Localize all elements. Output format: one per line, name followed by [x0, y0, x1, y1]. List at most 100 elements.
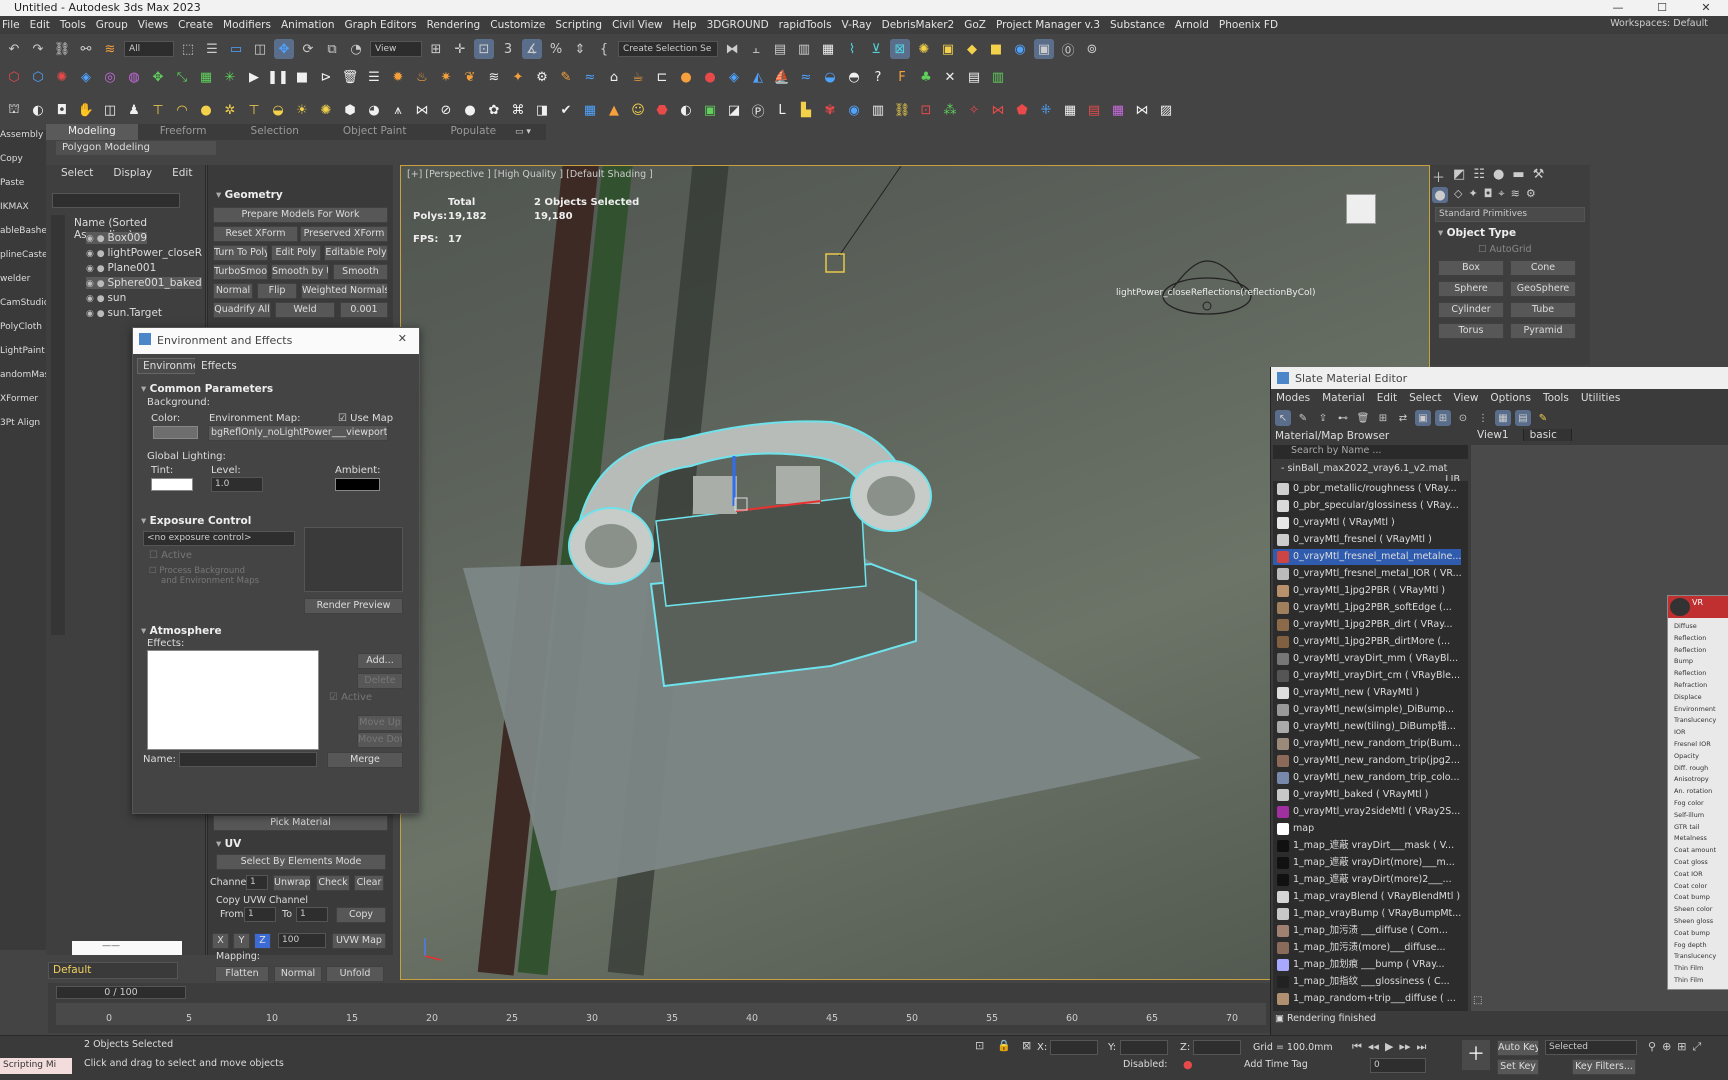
scene-tab-display[interactable]: Display [113, 167, 152, 179]
menu-animation[interactable]: Animation [281, 19, 345, 31]
object-type-rollout[interactable]: Object Type [1438, 227, 1516, 239]
material-item[interactable]: 0_vrayMtl_vrayDirt_mm ( VRayBl... [1273, 651, 1461, 667]
vray-toolbar-icon[interactable]: ▣ [1034, 39, 1054, 59]
hook-icon[interactable]: ✧ [964, 100, 984, 120]
create-torus-button[interactable]: Torus [1438, 323, 1504, 339]
select-scale-icon[interactable]: ⧉ [322, 39, 342, 59]
node-param-slot[interactable]: Coat gloss [1674, 858, 1708, 866]
env-close-icon[interactable]: ✕ [398, 332, 407, 345]
node-param-slot[interactable]: Anisotropy [1674, 775, 1709, 783]
material-item[interactable]: 1_map_random+trip___diffuse ( ... [1273, 991, 1461, 1007]
angle-snap-icon[interactable]: ∡ [522, 39, 542, 59]
swirl-icon[interactable]: ◎ [100, 67, 120, 87]
material-item[interactable]: 1_map_加指纹 ___glossiness ( C... [1273, 974, 1461, 990]
time-slider[interactable]: 0 / 100 [56, 986, 186, 999]
systems-category-icon[interactable]: ⚙ [1526, 187, 1536, 203]
material-item[interactable]: 0_vrayMtl_1jpg2PBR_dirt ( VRay... [1273, 617, 1461, 633]
vray-tool-1-icon[interactable]: ▦ [580, 100, 600, 120]
node-param-slot[interactable]: Bump [1674, 657, 1693, 665]
slate-menu-edit[interactable]: Edit [1377, 392, 1397, 404]
gear-icon[interactable]: ⚙ [532, 67, 552, 87]
chart-icon[interactable]: ▙ [796, 100, 816, 120]
purple-grid-icon[interactable]: ▦ [1108, 100, 1128, 120]
create-geosphere-button[interactable]: GeoSphere [1510, 281, 1576, 297]
slate-layout-icon[interactable]: ⊞ [1375, 410, 1391, 426]
scene-search-input[interactable] [52, 193, 180, 208]
live-icon[interactable]: L [772, 100, 792, 120]
next-frame-icon[interactable]: ▸▸ [1399, 1040, 1410, 1054]
material-item[interactable]: 0_vrayMtl_new ( VRayMtl ) [1273, 685, 1461, 701]
menu-customize[interactable]: Customize [490, 19, 555, 31]
plant-icon[interactable]: ♣ [916, 67, 936, 87]
figure-icon[interactable]: ♟ [124, 100, 144, 120]
splash-icon[interactable]: ✷ [436, 67, 456, 87]
material-item[interactable]: 1_map_加污渍(more)___diffuse... [1273, 940, 1461, 956]
environment-map-button[interactable]: bgReflOnly_noLightPower___viewport/rende [208, 425, 388, 441]
scene-tab-select[interactable]: Select [61, 167, 93, 179]
create-tab-icon[interactable]: ＋ [1432, 167, 1445, 186]
axis-z-button[interactable]: Z [254, 933, 271, 949]
tie-icon[interactable]: ⋈ [988, 100, 1008, 120]
clipper-icon[interactable]: ⊘ [436, 100, 456, 120]
tool-ablebasher[interactable]: ableBasher [0, 226, 51, 236]
pick-material-button[interactable]: Pick Material [213, 815, 388, 831]
redo-icon[interactable]: ↷ [28, 39, 48, 59]
menu-graph-editors[interactable]: Graph Editors [345, 19, 427, 31]
slate-view-tab-view1[interactable]: View1 [1471, 429, 1524, 441]
geometry-turbosmooth-button[interactable]: TurboSmooth [213, 264, 268, 280]
node-param-slot[interactable]: Self-illum [1674, 811, 1704, 819]
material-item[interactable]: 0_vrayMtl_new(tiling)_DiBump错... [1273, 719, 1461, 735]
close-icon[interactable]: ✕ [1684, 0, 1728, 15]
vray-frame-icon[interactable]: ◉ [1010, 39, 1030, 59]
background-color-swatch[interactable] [153, 426, 198, 439]
viewcube[interactable] [1346, 194, 1376, 224]
atmosphere-rollout[interactable]: Atmosphere [141, 625, 222, 637]
effects-list[interactable] [147, 650, 319, 750]
shapes-category-icon[interactable]: ◇ [1454, 187, 1462, 203]
select-place-icon[interactable]: ◔ [346, 39, 366, 59]
slate-grid-icon[interactable]: ▦ [1495, 410, 1511, 426]
fur-icon[interactable]: ⩚ [388, 100, 408, 120]
percent-snap-icon[interactable]: % [546, 39, 566, 59]
select-by-elements-button[interactable]: Select By Elements Mode [216, 854, 386, 870]
axis-y-button[interactable]: Y [233, 933, 250, 949]
vray-tool-6-icon[interactable]: ▣ [700, 100, 720, 120]
unlink-icon[interactable]: ⚯ [76, 39, 96, 59]
workspace-selector[interactable]: Workspaces: Default [1610, 18, 1718, 29]
slate-menu-tools[interactable]: Tools [1543, 392, 1569, 404]
menu-file[interactable]: File [2, 19, 30, 31]
scatter-icon[interactable]: ✾ [820, 100, 840, 120]
scene-explorer-icon[interactable]: ▤ [770, 39, 790, 59]
ribbon-tab-object-paint[interactable]: Object Paint [321, 124, 429, 140]
tool-copy[interactable]: Copy [0, 154, 23, 164]
blue-drop-icon[interactable]: ◈ [724, 67, 744, 87]
ribbon-toggle-icon[interactable]: ▦ [818, 39, 838, 59]
leaf-icon[interactable]: ❦ [460, 67, 480, 87]
tool-polycloth[interactable]: PolyCloth [0, 322, 42, 332]
ribbon-tab-modeling[interactable]: Modeling [46, 124, 138, 140]
node-param-slot[interactable]: Translucency [1674, 716, 1716, 724]
cube-red-icon[interactable]: ⬡ [4, 67, 24, 87]
sun-target-gizmo[interactable] [825, 253, 845, 273]
ribbon-tab-selection[interactable]: Selection [229, 124, 321, 140]
visibility-icon[interactable]: ◉ ● [86, 249, 107, 259]
window-crossing-icon[interactable]: ◫ [250, 39, 270, 59]
node-param-slot[interactable]: Reflection [1674, 634, 1706, 642]
ref-coord-dropdown[interactable]: View [370, 41, 422, 57]
maximize-viewport-icon[interactable]: ⤢ [1693, 1040, 1702, 1054]
scene-item[interactable]: ◉ ● Box009 [86, 232, 147, 244]
menu-debrismaker2[interactable]: DebrisMaker2 [882, 19, 965, 31]
scene-item[interactable]: ◉ ● sun.Target [86, 307, 162, 319]
trash-icon[interactable]: 🗑 [340, 67, 360, 87]
panel-icon[interactable]: ▥ [988, 67, 1008, 87]
material-item[interactable]: 0_vrayMtl_1jpg2PBR_softEdge (... [1273, 600, 1461, 616]
process-bg-checkbox[interactable]: ☐ Process Background [149, 566, 245, 576]
node-param-slot[interactable]: GTR tail [1674, 823, 1700, 831]
spot-icon[interactable]: ⊤ [244, 100, 264, 120]
create-cone-button[interactable]: Cone [1510, 260, 1576, 276]
node-param-slot[interactable]: Thin Film [1674, 964, 1703, 972]
material-item[interactable]: 0_pbr_specular/glossiness ( VRay... [1273, 498, 1461, 514]
geometry-prepare-models-for-work-button[interactable]: Prepare Models For Work [213, 207, 388, 223]
slate-menu-options[interactable]: Options [1490, 392, 1531, 404]
merge-button[interactable]: Merge [327, 752, 403, 768]
